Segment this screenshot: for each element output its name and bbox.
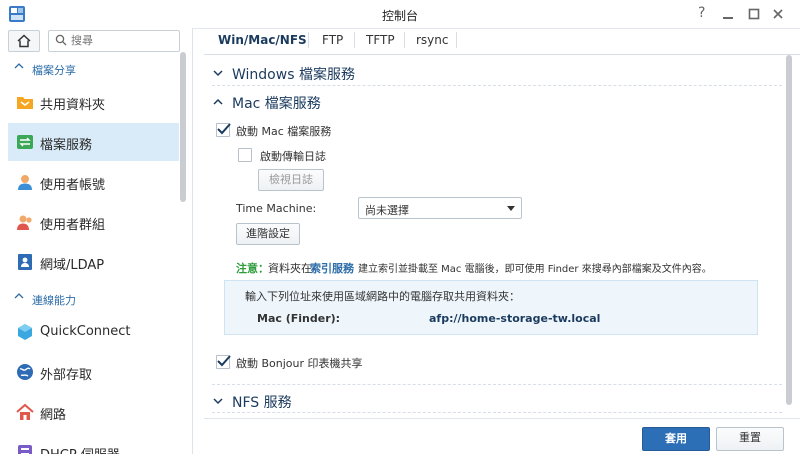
close-icon[interactable] <box>772 8 784 20</box>
globe-icon <box>17 364 33 380</box>
search-input[interactable] <box>71 33 171 47</box>
dropdown-caret-icon <box>507 206 515 211</box>
chevron-down-icon <box>213 70 223 77</box>
group-title: Windows 檔案服務 <box>232 67 355 83</box>
tab-tftp[interactable]: TFTP <box>366 33 395 47</box>
time-machine-value: 尚未選擇 <box>365 204 409 217</box>
group-title: Mac 檔案服務 <box>232 96 321 112</box>
sidebar-item-user-group[interactable]: 使用者群組 <box>8 203 179 241</box>
sidebar-item-label: DHCP 伺服器 <box>40 444 120 454</box>
time-machine-select[interactable]: 尚未選擇 <box>358 197 522 219</box>
title-bar: 控制台 ? <box>0 0 800 29</box>
view-log-button[interactable]: 檢視日誌 <box>258 169 324 191</box>
enable-mac-label: 啟動 Mac 檔案服務 <box>236 125 332 138</box>
content-scrollbar[interactable] <box>786 55 792 405</box>
search-box[interactable] <box>48 30 180 52</box>
sidebar-item-label: 使用者群組 <box>40 218 106 233</box>
chevron-up-icon <box>14 293 24 299</box>
checkmark-icon <box>217 123 231 135</box>
info-title: 輸入下列位址來使用區域網路中的電腦存取共用資料夾： <box>245 290 520 303</box>
bonjour-label: 啟動 Bonjour 印表機共享 <box>236 357 363 370</box>
help-icon[interactable]: ? <box>698 5 705 21</box>
chevron-down-icon <box>213 398 223 405</box>
apply-button[interactable]: 套用 <box>642 427 710 451</box>
sidebar-item-label: 外部存取 <box>40 368 93 383</box>
bonjour-checkbox[interactable] <box>216 355 231 369</box>
tab-rsync[interactable]: rsync <box>416 33 449 47</box>
enable-log-checkbox[interactable] <box>238 148 252 162</box>
sidebar-scrollbar[interactable] <box>180 52 186 202</box>
sidebar-item-external-access[interactable]: 外部存取 <box>8 353 179 391</box>
access-info-box: 輸入下列位址來使用區域網路中的電腦存取共用資料夾： Mac (Finder): … <box>224 280 758 335</box>
group-divider <box>212 85 782 86</box>
tab-bar: Win/Mac/NFS FTP TFTP rsync <box>204 28 800 55</box>
note-text-post: 建立索引並掛載至 Mac 電腦後，即可使用 Finder 來搜尋內部檔案及文件內… <box>358 264 712 275</box>
enable-log-label: 啟動傳輸日誌 <box>260 150 326 163</box>
home-button[interactable] <box>8 30 40 52</box>
sidebar-item-domain-ldap[interactable]: 網域/LDAP <box>8 243 179 281</box>
quickconnect-icon <box>18 324 32 340</box>
chevron-up-icon <box>213 98 223 105</box>
sidebar: 檔案分享 共用資料夾 檔案服務 使用者帳號 使用者群組 <box>0 28 193 454</box>
sidebar-item-quickconnect[interactable]: QuickConnect <box>8 313 179 351</box>
time-machine-label: Time Machine: <box>236 202 317 215</box>
sidebar-item-label: 網路 <box>40 408 67 423</box>
chevron-up-icon <box>14 63 24 69</box>
tab-ftp[interactable]: FTP <box>322 33 343 47</box>
section-label: 連線能力 <box>32 294 76 307</box>
sidebar-item-dhcp-server[interactable]: DHCP 伺服器 <box>8 433 179 454</box>
tab-win-mac-nfs[interactable]: Win/Mac/NFS <box>218 33 307 47</box>
finder-label: Mac (Finder): <box>257 312 341 325</box>
minimize-icon[interactable] <box>722 8 734 20</box>
finder-url: afp://home-storage-tw.local <box>429 312 601 325</box>
search-icon <box>55 34 67 46</box>
window-title: 控制台 <box>381 9 418 23</box>
group-divider <box>212 412 782 413</box>
sidebar-item-label: QuickConnect <box>40 324 131 339</box>
home-icon <box>17 34 31 48</box>
advanced-settings-button[interactable]: 進階設定 <box>236 223 300 245</box>
tab-separator <box>308 32 309 48</box>
note-label: 注意： <box>236 262 269 275</box>
user-icon <box>18 175 32 190</box>
indexing-service-link[interactable]: 索引服務 <box>310 260 354 276</box>
sidebar-item-label: 網域/LDAP <box>40 258 105 273</box>
content-area: Windows 檔案服務 Mac 檔案服務 啟動 Mac 檔案服務 啟動傳輸日誌… <box>204 55 786 419</box>
group-title: NFS 服務 <box>232 395 292 411</box>
sidebar-item-file-services[interactable]: 檔案服務 <box>8 123 179 161</box>
section-label: 檔案分享 <box>32 64 76 77</box>
enable-mac-checkbox[interactable] <box>216 123 231 137</box>
tab-separator <box>456 32 457 48</box>
sidebar-item-label: 檔案服務 <box>40 138 93 153</box>
checkmark-icon <box>217 355 231 367</box>
sidebar-item-shared-folder[interactable]: 共用資料夾 <box>8 83 179 121</box>
footer-bar: 套用 重置 <box>204 418 800 455</box>
dhcp-server-icon <box>18 445 32 454</box>
sidebar-item-user-account[interactable]: 使用者帳號 <box>8 163 179 201</box>
sidebar-item-label: 使用者帳號 <box>40 178 106 193</box>
section-file-sharing[interactable]: 檔案分享 <box>0 58 180 80</box>
tab-separator <box>354 32 355 48</box>
maximize-icon[interactable] <box>748 8 760 20</box>
sidebar-item-label: 共用資料夾 <box>40 98 106 113</box>
network-home-icon <box>16 403 34 420</box>
reset-button[interactable]: 重置 <box>716 427 784 451</box>
note-text-pre: 資料夾在 <box>268 262 312 275</box>
tab-separator <box>404 32 405 48</box>
user-group-icon <box>17 215 32 230</box>
sidebar-item-network[interactable]: 網路 <box>8 393 179 431</box>
section-connectivity[interactable]: 連線能力 <box>0 288 180 310</box>
file-services-icon <box>17 135 33 149</box>
domain-ldap-icon <box>18 254 32 270</box>
folder-share-icon <box>17 97 33 109</box>
group-divider <box>212 384 782 385</box>
